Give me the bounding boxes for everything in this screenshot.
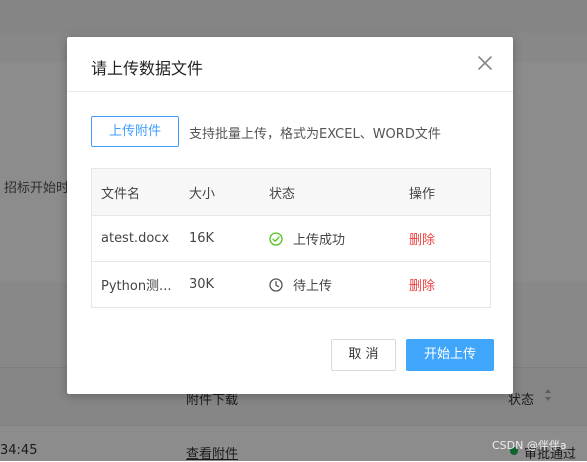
file-status-text: 待上传 bbox=[293, 279, 333, 294]
table-row: Python测... 30K 待上传 删除 bbox=[92, 262, 490, 307]
dialog-title: 请上传数据文件 bbox=[91, 59, 204, 78]
file-name: atest.docx bbox=[101, 231, 170, 246]
file-status-text: 上传成功 bbox=[293, 233, 346, 248]
file-action: 删除 bbox=[409, 216, 435, 261]
file-status: 待上传 bbox=[269, 262, 332, 307]
column-header-name: 文件名 bbox=[101, 186, 141, 202]
file-name: Python测... bbox=[101, 279, 172, 294]
clock-icon bbox=[269, 277, 283, 292]
upload-dialog: 请上传数据文件 上传附件 支持批量上传，格式为EXCEL、WORD文件 文件名 … bbox=[67, 37, 513, 394]
watermark: CSDN @伴伴a bbox=[492, 439, 567, 452]
start-upload-button[interactable]: 开始上传 bbox=[406, 339, 494, 371]
dialog-header: 请上传数据文件 bbox=[67, 37, 513, 92]
column-header-action: 操作 bbox=[409, 186, 436, 202]
delete-link[interactable]: 删除 bbox=[409, 275, 435, 294]
file-action: 删除 bbox=[409, 262, 435, 307]
table-header-row: 文件名 大小 状态 操作 bbox=[92, 169, 490, 216]
table-row: atest.docx 16K 上传成功 删除 bbox=[92, 216, 490, 262]
close-icon[interactable] bbox=[475, 53, 495, 73]
file-size: 30K bbox=[189, 277, 215, 292]
cancel-button[interactable]: 取 消 bbox=[331, 339, 396, 371]
upload-attachment-button[interactable]: 上传附件 bbox=[91, 116, 179, 147]
check-circle-icon bbox=[269, 231, 283, 246]
file-size: 16K bbox=[189, 231, 215, 246]
column-header-status: 状态 bbox=[269, 186, 296, 202]
file-table: 文件名 大小 状态 操作 atest.docx 16K 上传成功 删除 Pyth… bbox=[91, 168, 491, 308]
delete-link[interactable]: 删除 bbox=[409, 229, 435, 248]
file-status: 上传成功 bbox=[269, 216, 345, 261]
column-header-size: 大小 bbox=[189, 186, 216, 202]
upload-hint: 支持批量上传，格式为EXCEL、WORD文件 bbox=[189, 127, 441, 142]
